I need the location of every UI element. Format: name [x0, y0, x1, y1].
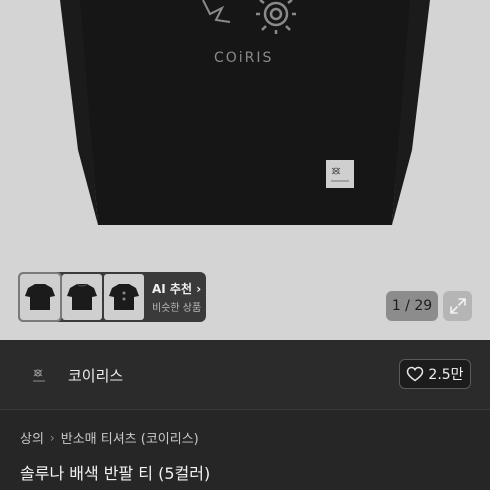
- seller-name[interactable]: 코이리스: [68, 365, 123, 386]
- tshirt-thumbnail-icon: [109, 284, 139, 310]
- seller-avatar[interactable]: [25, 361, 53, 389]
- ai-recommend-subtitle: 비슷한 상품: [152, 303, 202, 314]
- breadcrumb: 상의 › 반소매 티셔츠 (코이리스): [20, 428, 199, 448]
- product-title: 솔루나 배색 반팔 티 (5컬러): [20, 464, 211, 483]
- thumbnail-strip: AI 추천 › 비슷한 상품: [18, 272, 206, 322]
- expand-icon: [449, 298, 466, 314]
- like-button[interactable]: 2.5만: [399, 359, 471, 389]
- like-count: 2.5만: [428, 367, 464, 383]
- image-counter: 1 / 29: [386, 291, 438, 321]
- expand-button[interactable]: [443, 291, 472, 321]
- chevron-right-icon: ›: [49, 430, 55, 445]
- chevron-right-icon: ›: [196, 282, 202, 296]
- thumbnail-back[interactable]: [62, 274, 102, 320]
- ai-recommend-button[interactable]: AI 추천 › 비슷한 상품: [146, 280, 201, 314]
- brand-logo-icon: [33, 369, 45, 382]
- brand-print: COiRIS: [214, 50, 274, 66]
- divider: [0, 409, 490, 410]
- ai-recommend-title: AI 추천 ›: [152, 282, 202, 296]
- thumbnail-detail[interactable]: [104, 274, 144, 320]
- heart-outline-icon: [407, 366, 424, 382]
- tshirt-thumbnail-icon: [67, 283, 97, 310]
- breadcrumb-item-category[interactable]: 상의: [20, 428, 44, 447]
- thumbnail-front[interactable]: [18, 272, 62, 322]
- tshirt-thumbnail-icon: [25, 284, 55, 310]
- breadcrumb-item-subcategory[interactable]: 반소매 티셔츠 (코이리스): [61, 428, 199, 447]
